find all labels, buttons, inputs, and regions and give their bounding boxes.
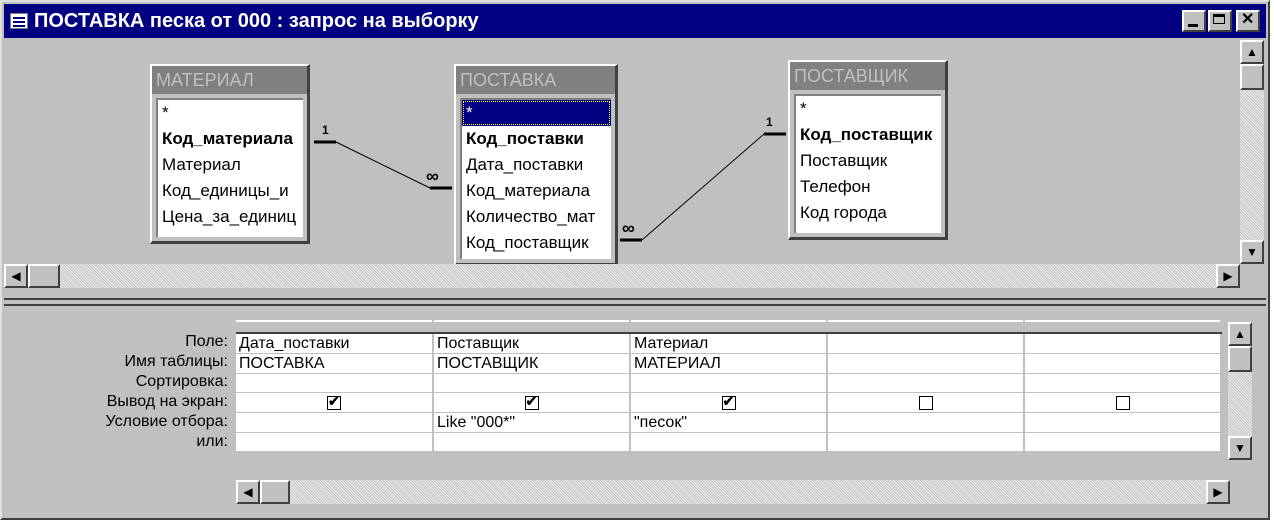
criteria-cell[interactable]: Like "000*" [433,412,631,433]
one-marker: 1 [322,123,329,137]
row-label-or: или: [196,433,228,450]
column-selector[interactable] [236,320,434,334]
criteria-cell[interactable]: "песок" [630,412,828,433]
relationship-lines: 1 ∞ 1 ∞ [314,115,786,242]
scroll-down-arrow-icon[interactable]: ▼ [1240,240,1264,264]
show-checkbox[interactable] [721,393,736,411]
diagram-vertical-scrollbar[interactable]: ▲ ▼ [1240,40,1264,264]
many-marker: ∞ [426,166,439,186]
scroll-left-arrow-icon[interactable]: ◀ [4,264,28,288]
or-cell[interactable] [827,432,1025,452]
criteria-cell[interactable] [236,412,434,433]
show-cell [1024,392,1222,413]
relation-material-delivery[interactable]: 1 ∞ [314,123,452,190]
field-cell[interactable] [1024,333,1222,354]
show-cell [630,392,828,413]
sort-row [236,373,1222,393]
grid-vertical-scrollbar[interactable]: ▲ ▼ [1228,322,1252,460]
scroll-down-arrow-icon[interactable]: ▼ [1228,436,1252,460]
criteria-cell[interactable] [827,412,1025,433]
column-selector[interactable] [1024,320,1222,334]
field-cell[interactable]: Дата_поставки [236,333,434,354]
criteria-row: Like "000*" "песок" [236,412,1222,433]
scroll-up-arrow-icon[interactable]: ▲ [1240,40,1264,64]
scroll-right-arrow-icon[interactable]: ▶ [1216,264,1240,288]
show-cell [236,392,434,413]
query-grid[interactable]: Дата_поставки Поставщик Материал ПОСТАВК… [236,320,1222,452]
table-cell[interactable] [1024,353,1222,374]
column-selector[interactable] [827,320,1025,334]
column-selector[interactable] [433,320,631,334]
query-window: ПОСТАВКА песка от 000 : запрос на выборк… [0,0,1270,520]
scroll-left-arrow-icon[interactable]: ◀ [236,480,260,504]
show-cell [433,392,631,413]
scroll-up-arrow-icon[interactable]: ▲ [1228,322,1252,346]
table-row: ПОСТАВКА ПОСТАВЩИК МАТЕРИАЛ [236,353,1222,374]
table-cell[interactable]: МАТЕРИАЛ [630,353,828,374]
sort-cell[interactable] [1024,373,1222,393]
column-selector[interactable] [630,320,828,334]
grid-horizontal-scrollbar[interactable]: ◀ ▶ [236,480,1230,504]
or-cell[interactable] [236,432,434,452]
row-label-field: Поле: [185,333,228,350]
field-cell[interactable] [827,333,1025,354]
scroll-thumb[interactable] [260,480,290,504]
row-labels: Поле: Имя таблицы: Сортировка: Вывод на … [4,332,232,452]
one-marker: 1 [766,115,773,129]
row-label-sort: Сортировка: [135,373,228,390]
field-cell[interactable]: Материал [630,333,828,354]
row-label-table: Имя таблицы: [124,353,228,370]
scroll-thumb[interactable] [1240,64,1264,90]
relation-delivery-supplier[interactable]: 1 ∞ [620,115,786,242]
or-cell[interactable] [1024,432,1222,452]
pane-splitter[interactable] [4,298,1266,306]
sort-cell[interactable] [827,373,1025,393]
show-checkbox[interactable] [327,393,341,411]
show-cell [827,392,1025,413]
or-cell[interactable] [433,432,631,452]
criteria-cell[interactable] [1024,412,1222,433]
table-cell[interactable]: ПОСТАВКА [236,353,434,374]
show-checkbox[interactable] [524,393,539,411]
many-marker: ∞ [622,218,635,238]
scroll-thumb[interactable] [28,264,60,288]
or-row [236,432,1222,452]
column-selector-row [236,320,1222,334]
field-cell[interactable]: Поставщик [433,333,631,354]
table-cell[interactable] [827,353,1025,374]
query-design-grid-area: Поле: Имя таблицы: Сортировка: Вывод на … [4,308,1240,480]
scroll-right-arrow-icon[interactable]: ▶ [1206,480,1230,504]
show-row [236,392,1222,413]
field-row: Дата_поставки Поставщик Материал [236,333,1222,354]
show-checkbox[interactable] [918,395,933,410]
sort-cell[interactable] [433,373,631,393]
sort-cell[interactable] [236,373,434,393]
table-cell[interactable]: ПОСТАВЩИК [433,353,631,374]
scroll-thumb[interactable] [1228,346,1252,372]
sort-cell[interactable] [630,373,828,393]
diagram-horizontal-scrollbar[interactable]: ◀ ▶ [4,264,1240,288]
row-label-show: Вывод на экран: [106,393,228,410]
row-label-criteria: Условие отбора: [105,413,228,430]
or-cell[interactable] [630,432,828,452]
show-checkbox[interactable] [1115,395,1130,410]
